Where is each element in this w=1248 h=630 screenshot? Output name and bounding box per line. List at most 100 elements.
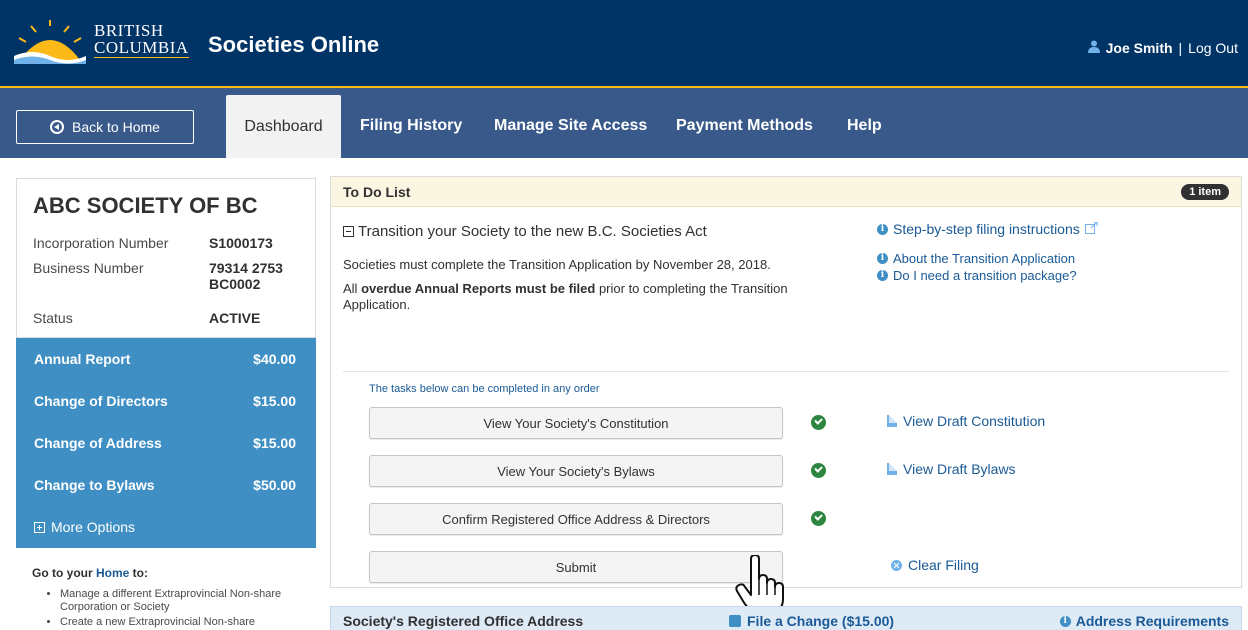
business-number-row: Business Number 79314 2753 BC0002 bbox=[33, 260, 299, 292]
fee-amount: $15.00 bbox=[253, 393, 296, 409]
help-links: i Step-by-step filing instructions i Abo… bbox=[877, 221, 1098, 285]
expand-plus-icon bbox=[34, 521, 45, 533]
divider bbox=[343, 371, 1229, 372]
clear-filing-link[interactable]: Clear Filing bbox=[891, 557, 979, 573]
overdue-note-bold: overdue Annual Reports must be filed bbox=[361, 281, 596, 296]
main-nav: Back to Home Dashboard Filing History Ma… bbox=[0, 88, 1248, 158]
organization-card: ABC SOCIETY OF BC Incorporation Number S… bbox=[16, 178, 316, 338]
tab-dashboard[interactable]: Dashboard bbox=[226, 95, 341, 158]
status-row: Status ACTIVE bbox=[33, 310, 299, 326]
list-item: Manage a different Extraprovincial Non-s… bbox=[60, 588, 300, 614]
view-draft-constitution-link[interactable]: View Draft Constitution bbox=[887, 413, 1045, 429]
todo-panel: To Do List 1 item Transition your Societ… bbox=[330, 176, 1242, 619]
order-note: The tasks below can be completed in any … bbox=[369, 383, 600, 395]
registered-office-title: Society's Registered Office Address bbox=[343, 613, 584, 629]
about-transition-label: About the Transition Application bbox=[893, 251, 1076, 266]
collapse-minus-icon bbox=[343, 226, 354, 237]
todo-header: To Do List 1 item bbox=[331, 177, 1241, 207]
fee-item-change-of-directors[interactable]: Change of Directors $15.00 bbox=[16, 380, 316, 422]
transition-package-label: Do I need a transition package? bbox=[893, 268, 1077, 283]
fee-label: Change to Bylaws bbox=[34, 477, 155, 493]
home-shortcuts-title: Go to your Home to: bbox=[32, 566, 300, 580]
fee-item-annual-report[interactable]: Annual Report $40.00 bbox=[16, 338, 316, 380]
back-to-home-label: Back to Home bbox=[72, 119, 160, 135]
file-change-label: File a Change ($15.00) bbox=[747, 613, 895, 629]
business-number-label: Business Number bbox=[33, 260, 144, 276]
sidebar: ABC SOCIETY OF BC Incorporation Number S… bbox=[16, 178, 316, 630]
more-options-label: More Options bbox=[51, 519, 136, 535]
external-link-icon bbox=[1084, 221, 1098, 237]
fee-amount: $40.00 bbox=[253, 351, 296, 367]
organization-name: ABC SOCIETY OF BC bbox=[33, 193, 258, 218]
business-number-line-1: 79314 2753 bbox=[209, 260, 283, 276]
tab-payment-methods[interactable]: Payment Methods bbox=[676, 88, 813, 158]
task-collapse-toggle[interactable]: Transition your Society to the new B.C. … bbox=[343, 223, 707, 240]
deadline-text: Societies must complete the Transition A… bbox=[343, 257, 771, 272]
registered-office-section: Society's Registered Office Address File… bbox=[330, 606, 1242, 630]
transition-package-link[interactable]: i Do I need a transition package? bbox=[877, 268, 1098, 283]
complete-check-icon bbox=[811, 463, 826, 478]
fee-amount: $50.00 bbox=[253, 477, 296, 493]
document-icon bbox=[887, 463, 897, 475]
fee-item-change-to-bylaws[interactable]: Change to Bylaws $50.00 bbox=[16, 464, 316, 506]
logo-wordmark: BRITISH COLUMBIA bbox=[94, 22, 189, 58]
user-name[interactable]: Joe Smith bbox=[1106, 40, 1173, 56]
view-draft-bylaws-label: View Draft Bylaws bbox=[903, 461, 1016, 477]
info-icon: i bbox=[877, 223, 888, 235]
tab-manage-site-access[interactable]: Manage Site Access bbox=[494, 88, 647, 158]
home-link[interactable]: Home bbox=[96, 566, 129, 580]
fee-amount: $15.00 bbox=[253, 435, 296, 451]
tab-filing-history[interactable]: Filing History bbox=[360, 88, 462, 158]
info-icon: i bbox=[877, 270, 888, 281]
logout-link[interactable]: Log Out bbox=[1188, 40, 1238, 56]
filing-instructions-link[interactable]: i Step-by-step filing instructions bbox=[877, 221, 1098, 237]
confirm-address-directors-button[interactable]: Confirm Registered Office Address & Dire… bbox=[369, 503, 783, 535]
overdue-note: All overdue Annual Reports must be filed… bbox=[343, 281, 823, 313]
incorporation-value: S1000173 bbox=[209, 235, 273, 251]
filing-instructions-label: Step-by-step filing instructions bbox=[893, 221, 1080, 237]
list-item: Create a new Extraprovincial Non-share bbox=[60, 616, 300, 629]
status-label: Status bbox=[33, 310, 73, 326]
view-draft-bylaws-link[interactable]: View Draft Bylaws bbox=[887, 461, 1016, 477]
view-draft-constitution-label: View Draft Constitution bbox=[903, 413, 1046, 429]
task-title: Transition your Society to the new B.C. … bbox=[358, 223, 707, 240]
file-change-link[interactable]: File a Change ($15.00) bbox=[729, 613, 894, 629]
bc-logo[interactable]: BRITISH COLUMBIA bbox=[14, 14, 189, 74]
app-title: Societies Online bbox=[208, 32, 380, 57]
clear-x-icon bbox=[891, 559, 902, 571]
view-bylaws-button[interactable]: View Your Society's Bylaws bbox=[369, 455, 783, 487]
document-icon bbox=[887, 415, 897, 427]
back-arrow-icon bbox=[50, 120, 65, 134]
complete-check-icon bbox=[811, 511, 826, 526]
address-requirements-link[interactable]: i Address Requirements bbox=[1059, 613, 1229, 629]
info-icon: i bbox=[877, 253, 888, 264]
tab-help[interactable]: Help bbox=[847, 88, 882, 158]
fee-label: Annual Report bbox=[34, 351, 131, 367]
incorporation-label: Incorporation Number bbox=[33, 235, 169, 251]
edit-icon bbox=[729, 615, 741, 627]
fee-label: Change of Directors bbox=[34, 393, 168, 409]
view-constitution-button[interactable]: View Your Society's Constitution bbox=[369, 407, 783, 439]
clear-filing-label: Clear Filing bbox=[908, 557, 979, 573]
address-requirements-label: Address Requirements bbox=[1075, 613, 1229, 629]
fee-label: Change of Address bbox=[34, 435, 162, 451]
more-options-toggle[interactable]: More Options bbox=[16, 506, 316, 548]
logo-line-1: BRITISH bbox=[94, 21, 164, 40]
about-transition-link[interactable]: i About the Transition Application bbox=[877, 251, 1098, 266]
bc-sun-logo-icon bbox=[14, 20, 86, 64]
home-shortcuts-list: Manage a different Extraprovincial Non-s… bbox=[32, 588, 300, 629]
status-value: ACTIVE bbox=[209, 310, 261, 326]
item-count-badge: 1 item bbox=[1181, 183, 1229, 200]
filing-options-list: Annual Report $40.00 Change of Directors… bbox=[16, 338, 316, 548]
fee-item-change-of-address[interactable]: Change of Address $15.00 bbox=[16, 422, 316, 464]
complete-check-icon bbox=[811, 415, 826, 430]
user-separator: | bbox=[1178, 40, 1183, 56]
site-header: BRITISH COLUMBIA Societies Online Joe Sm… bbox=[0, 0, 1248, 88]
todo-title: To Do List bbox=[343, 183, 411, 200]
user-icon bbox=[1087, 40, 1100, 56]
goto-suffix: to: bbox=[129, 566, 148, 580]
submit-button[interactable]: Submit bbox=[369, 551, 783, 583]
goto-prefix: Go to your bbox=[32, 566, 96, 580]
back-to-home-button[interactable]: Back to Home bbox=[16, 110, 194, 144]
info-icon: i bbox=[1059, 615, 1071, 627]
